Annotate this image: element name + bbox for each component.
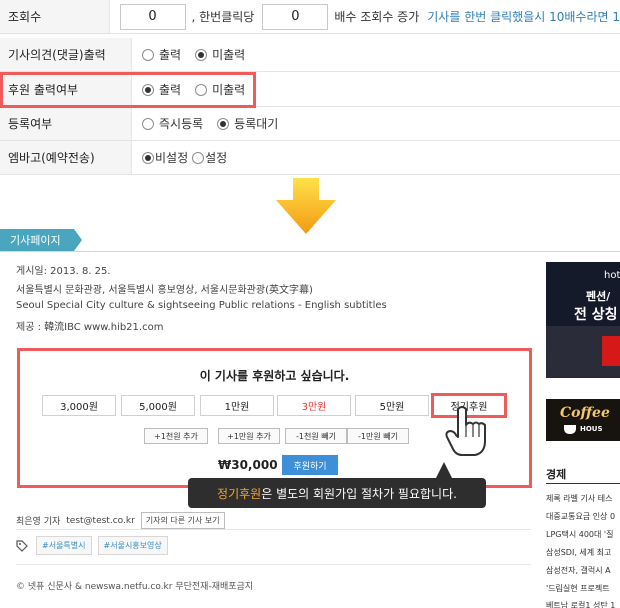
pension-ad-banner[interactable]: hot 펜션/ 전 상칭 <box>546 262 620 378</box>
ad-text: 펜션/ <box>586 290 611 303</box>
pointer-hand-icon <box>445 406 486 456</box>
amount-5000-button[interactable]: 5,000원 <box>121 395 195 416</box>
multiplier-text: 배수 조회수 증가 <box>334 10 420 24</box>
add-10000-button[interactable]: +1만원 추가 <box>218 428 280 444</box>
comments-output-radio[interactable]: 출력 <box>142 46 181 63</box>
ad-text: 전 상칭 <box>574 307 618 323</box>
coffee-cup-icon <box>564 425 576 434</box>
more-articles-button[interactable]: 기자의 다른 기사 보기 <box>140 512 225 529</box>
views-note: 기사를 한번 클릭했을시 10배수라면 1 <box>427 10 620 24</box>
divider <box>16 564 531 565</box>
tag-seoul[interactable]: #서울특별시 <box>36 536 92 555</box>
radio-icon <box>195 83 208 96</box>
comments-label: 기사의견(댓글)출력 <box>0 38 132 71</box>
ad-text: hot <box>604 270 620 281</box>
reporter-name: 최은영 기자 <box>16 517 61 527</box>
regular-donation-tooltip: 정기후원 은 별도의 회원가입 절차가 필요합니다. <box>188 478 486 508</box>
amount-50000-button[interactable]: 5만원 <box>355 395 429 416</box>
radio-icon <box>192 151 205 164</box>
coffee-ad-banner[interactable]: Coffee HOUS <box>546 399 620 441</box>
register-wait-radio[interactable]: 등록대기 <box>217 115 278 132</box>
article-source: 제공 : 韓流IBC www.hib21.com <box>16 322 164 333</box>
reporter-info: 최은영 기자 test@test.co.kr 기자의 다른 기사 보기 <box>16 512 225 529</box>
news-item[interactable]: 제록 라벨 기사 테스 <box>546 493 620 504</box>
article-keywords-en: Seoul Special City culture & sightseeing… <box>16 300 387 311</box>
down-arrow-icon <box>276 178 336 234</box>
radio-selected-icon <box>142 151 154 164</box>
article-keywords-ko: 서울특별시 문화관광, 서울특별시 홍보영상, 서울시문화관광(英文字幕) <box>16 285 313 296</box>
tag-icon <box>16 539 28 552</box>
radio-selected-icon <box>195 48 208 61</box>
view-count-input[interactable]: 0 <box>119 3 186 30</box>
register-row: 등록여부 즉시등록 등록대기 <box>0 107 620 141</box>
divider <box>16 529 531 530</box>
copyright: © 넷퓨 신문사 & newswa.netfu.co.kr 무단전재-재배포금지 <box>16 582 254 592</box>
donation-total: ₩30,000 <box>218 458 278 472</box>
divider <box>546 483 620 484</box>
news-item[interactable]: 삼성SDI, 세계 최고 <box>546 547 620 558</box>
article-date: 게시일: 2013. 8. 25. <box>16 266 111 277</box>
news-section-heading: 경제 <box>546 468 567 481</box>
embargo-row: 엠바고(예약전송) 비설정 설정 <box>0 141 620 175</box>
tooltip-text: 은 별도의 회원가입 절차가 필요합니다. <box>261 486 457 501</box>
comments-row: 기사의견(댓글)출력 출력 미출력 <box>0 38 620 72</box>
donation-hide-radio[interactable]: 미출력 <box>195 81 245 98</box>
views-label: 조회수 <box>0 0 110 33</box>
donation-output-radio[interactable]: 출력 <box>142 81 181 98</box>
views-row: 조회수 0 , 한번클릭당 0 배수 조회수 증가 기사를 한번 클릭했을시 1… <box>0 0 620 34</box>
ad-text: Coffee <box>560 405 610 421</box>
radio-selected-icon <box>217 117 230 130</box>
donation-output-label: 후원 출력여부 <box>0 73 132 106</box>
radio-icon <box>142 117 154 130</box>
per-click-text: , 한번클릭당 <box>191 10 255 24</box>
reporter-email[interactable]: test@test.co.kr <box>66 516 135 526</box>
radio-icon <box>142 48 154 61</box>
news-item[interactable]: 베트남 로컬1 성탄 1 <box>546 600 620 608</box>
amount-3000-button[interactable]: 3,000원 <box>42 395 116 416</box>
tooltip-highlight: 정기후원 <box>217 486 262 501</box>
ad-text: HOUS <box>580 425 603 433</box>
donation-output-row: 후원 출력여부 출력 미출력 <box>0 73 620 107</box>
news-item[interactable]: LPG택시 400대 '질 <box>546 529 620 540</box>
radio-selected-icon <box>142 83 154 96</box>
page-label: 기사페이지 <box>0 229 82 251</box>
subtract-1000-button[interactable]: -1천원 빼기 <box>285 428 347 444</box>
embargo-off-radio[interactable]: 비설정 <box>142 149 188 166</box>
news-item[interactable]: 대중교통요금 인상 0 <box>546 511 620 522</box>
register-label: 등록여부 <box>0 107 132 140</box>
ad-decoration <box>602 336 620 366</box>
donate-button[interactable]: 후원하기 <box>282 455 338 475</box>
embargo-label: 엠바고(예약전송) <box>0 141 132 174</box>
register-now-radio[interactable]: 즉시등록 <box>142 115 203 132</box>
tag-seoul-promo[interactable]: #서울시홍보영상 <box>97 536 168 555</box>
subtract-10000-button[interactable]: -1만원 빼기 <box>347 428 409 444</box>
news-item[interactable]: '드림실현 프로젝트 <box>546 583 620 594</box>
settings-panel: 조회수 0 , 한번클릭당 0 배수 조회수 증가 기사를 한번 클릭했을시 1… <box>0 0 620 175</box>
news-item[interactable]: 삼성전자, 갤럭시 A <box>546 565 620 576</box>
comments-hide-radio[interactable]: 미출력 <box>195 46 245 63</box>
tag-list: #서울특별시 #서울시홍보영상 <box>16 536 174 555</box>
multiplier-input[interactable]: 0 <box>262 3 329 30</box>
add-1000-button[interactable]: +1천원 추가 <box>144 428 208 444</box>
amount-10000-button[interactable]: 1만원 <box>200 395 274 416</box>
embargo-on-radio[interactable]: 설정 <box>192 149 227 166</box>
amount-30000-button[interactable]: 3만원 <box>277 395 351 416</box>
tooltip-tail <box>436 462 452 478</box>
donation-title: 이 기사를 후원하고 싶습니다. <box>199 369 350 383</box>
